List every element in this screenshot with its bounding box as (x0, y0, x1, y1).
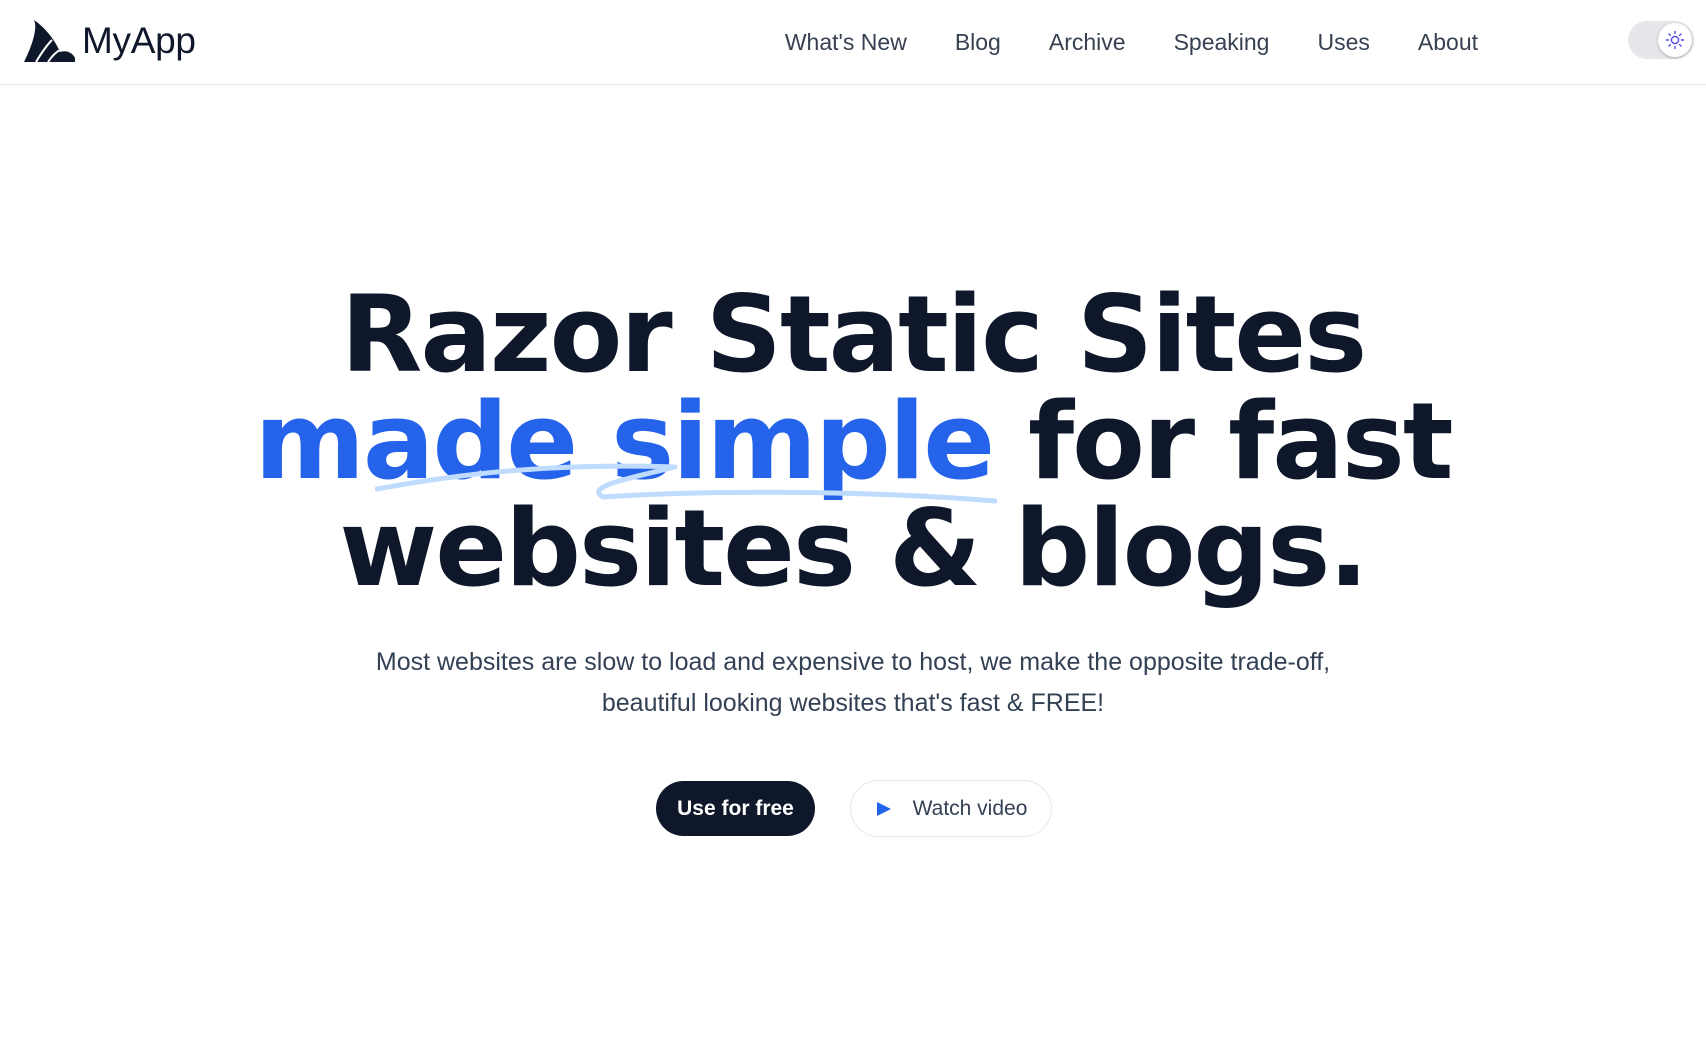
shark-fin-icon (24, 20, 75, 63)
subtitle-line-2: beautiful looking websites that's fast &… (601, 689, 1105, 717)
use-for-free-button[interactable]: Use for free (656, 781, 815, 836)
brand-name: MyApp (82, 20, 196, 61)
sun-icon (1665, 30, 1685, 50)
brand-link[interactable]: MyApp (22, 18, 196, 64)
headline-line-2: made simple for fast (0, 388, 1706, 495)
site-header: MyApp What's New Blog Archive Speaking U… (0, 0, 1706, 85)
watch-video-label: Watch video (912, 796, 1028, 820)
theme-toggle-knob (1658, 23, 1692, 57)
theme-toggle[interactable] (1628, 21, 1694, 59)
nav-item-whats-new[interactable]: What's New (785, 29, 907, 56)
watch-video-button[interactable]: Watch video (850, 780, 1052, 837)
nav-item-blog[interactable]: Blog (955, 29, 1001, 56)
headline-line-3: websites & blogs. (339, 487, 1368, 610)
headline-highlight: made simple (254, 380, 995, 503)
play-icon (876, 801, 891, 816)
hero-section: Razor Static Sites made simple for fast … (0, 85, 1706, 1051)
hero-subtitle: Most websites are slow to load and expen… (0, 642, 1706, 724)
headline-line-2-rest: for fast (993, 380, 1454, 503)
hero-headline: Razor Static Sites made simple for fast … (0, 281, 1706, 602)
nav-item-speaking[interactable]: Speaking (1174, 29, 1270, 56)
nav-item-about[interactable]: About (1418, 29, 1478, 56)
main-nav: What's New Blog Archive Speaking Uses Ab… (785, 0, 1478, 85)
nav-item-archive[interactable]: Archive (1049, 29, 1126, 56)
nav-item-uses[interactable]: Uses (1317, 29, 1369, 56)
headline-line-1: Razor Static Sites (340, 273, 1367, 396)
subtitle-line-1: Most websites are slow to load and expen… (375, 648, 1331, 676)
